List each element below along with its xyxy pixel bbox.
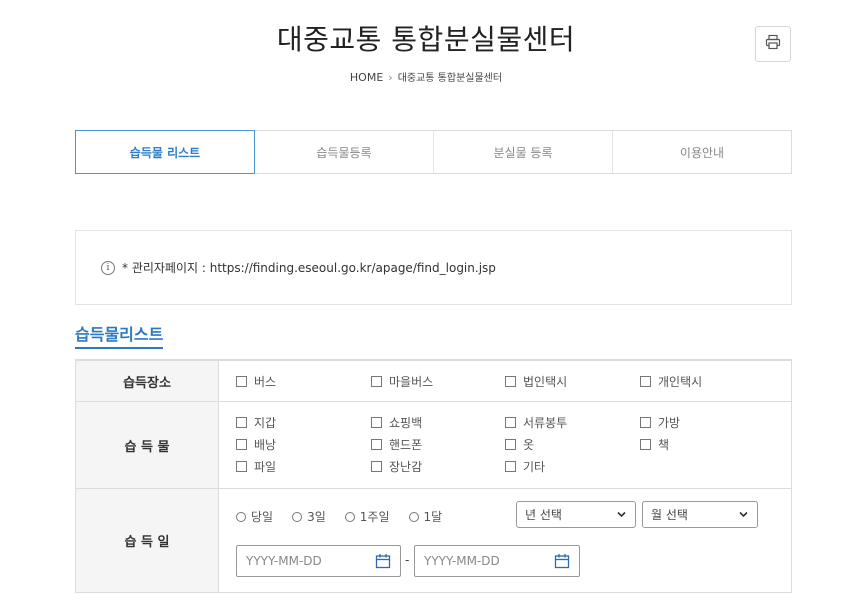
checkbox-box[interactable] xyxy=(640,375,651,387)
printer-icon xyxy=(765,34,781,54)
checkbox-backpack[interactable]: 배낭 xyxy=(236,435,371,453)
breadcrumb: HOME › 대중교통 통합분실물센터 xyxy=(0,69,852,84)
checkbox-village-bus[interactable]: 마을버스 xyxy=(371,372,505,390)
checkbox-box[interactable] xyxy=(505,375,516,387)
tab-found-list[interactable]: 습득물 리스트 xyxy=(75,130,255,174)
info-icon: i xyxy=(101,260,115,275)
checkbox-box[interactable] xyxy=(236,375,247,387)
tab-usage-guide[interactable]: 이용안내 xyxy=(612,131,791,173)
checkbox-corporate-taxi[interactable]: 법인택시 xyxy=(505,372,640,390)
notice-text: * 관리자페이지 : https://finding.eseoul.go.kr/… xyxy=(122,261,496,275)
breadcrumb-current[interactable]: 대중교통 통합분실물센터 xyxy=(398,73,502,84)
checkbox-private-taxi[interactable]: 개인택시 xyxy=(640,372,780,390)
checkbox-box[interactable] xyxy=(505,416,516,428)
radio-circle[interactable] xyxy=(236,511,246,522)
checkbox-box[interactable] xyxy=(371,416,382,428)
search-form: 습득장소 버스 마을버스 법인택시 개인택시 습 득 물 지갑 쇼핑백 서류봉투… xyxy=(75,359,792,593)
radio-circle[interactable] xyxy=(344,511,355,522)
radio-today[interactable]: 당일 xyxy=(236,508,273,525)
section-title: 습득물리스트 xyxy=(75,321,164,349)
print-button[interactable] xyxy=(755,26,791,62)
checkbox-box[interactable] xyxy=(236,438,247,450)
tab-bar: 습득물 리스트 습득물등록 분실물 등록 이용안내 xyxy=(75,130,792,174)
chevron-down-icon xyxy=(616,509,627,523)
checkbox-box[interactable] xyxy=(505,460,516,472)
location-label: 습득장소 xyxy=(76,361,219,401)
checkbox-wallet[interactable]: 지갑 xyxy=(236,413,371,431)
month-select[interactable]: 월 선택 xyxy=(642,501,758,528)
checkbox-bag[interactable]: 가방 xyxy=(640,413,780,431)
checkbox-box[interactable] xyxy=(371,375,382,387)
checkbox-box[interactable] xyxy=(371,438,382,450)
checkbox-clothes[interactable]: 옷 xyxy=(505,435,640,453)
date-row: 습 득 일 당일 3일 1주일 1달 년 선택 월 선택 YYYY-MM-DD … xyxy=(76,489,791,592)
location-row: 습득장소 버스 마을버스 법인택시 개인택시 xyxy=(76,361,791,402)
breadcrumb-home[interactable]: HOME xyxy=(350,71,383,84)
radio-3days[interactable]: 3일 xyxy=(292,508,326,525)
page-title: 대중교통 통합분실물센터 xyxy=(276,23,576,56)
breadcrumb-separator: › xyxy=(388,71,393,84)
checkbox-document-envelope[interactable]: 서류봉투 xyxy=(505,413,640,431)
checkbox-box[interactable] xyxy=(640,416,651,428)
checkbox-toy[interactable]: 장난감 xyxy=(371,457,505,475)
checkbox-shopping-bag[interactable]: 쇼핑백 xyxy=(371,413,505,431)
checkbox-box[interactable] xyxy=(640,438,651,450)
date-range-separator: - xyxy=(405,553,410,567)
radio-1week[interactable]: 1주일 xyxy=(344,508,390,525)
checkbox-box[interactable] xyxy=(371,460,382,472)
checkbox-bus[interactable]: 버스 xyxy=(236,372,371,390)
checkbox-file[interactable]: 파일 xyxy=(236,457,371,475)
radio-circle[interactable] xyxy=(292,511,303,522)
start-date-input[interactable]: YYYY-MM-DD xyxy=(236,545,401,577)
year-select[interactable]: 년 선택 xyxy=(516,501,636,528)
checkbox-box[interactable] xyxy=(236,416,247,428)
item-row: 습 득 물 지갑 쇼핑백 서류봉투 가방 배낭 핸드폰 옷 책 파일 장난감 기… xyxy=(76,402,791,489)
date-label: 습 득 일 xyxy=(76,489,219,592)
chevron-down-icon xyxy=(738,509,749,523)
tab-lost-register[interactable]: 분실물 등록 xyxy=(433,131,612,173)
notice-box: i * 관리자페이지 : https://finding.eseoul.go.k… xyxy=(75,230,792,305)
checkbox-other[interactable]: 기타 xyxy=(505,457,640,475)
checkbox-phone[interactable]: 핸드폰 xyxy=(371,435,505,453)
end-date-input[interactable]: YYYY-MM-DD xyxy=(414,545,580,577)
checkbox-book[interactable]: 책 xyxy=(640,435,780,453)
checkbox-box[interactable] xyxy=(505,438,516,450)
radio-circle[interactable] xyxy=(408,511,419,522)
tab-found-register[interactable]: 습득물등록 xyxy=(254,131,433,173)
calendar-icon[interactable] xyxy=(554,553,570,572)
radio-1month[interactable]: 1달 xyxy=(408,508,442,525)
calendar-icon[interactable] xyxy=(375,553,391,572)
checkbox-box[interactable] xyxy=(236,460,247,472)
item-label: 습 득 물 xyxy=(76,402,219,488)
